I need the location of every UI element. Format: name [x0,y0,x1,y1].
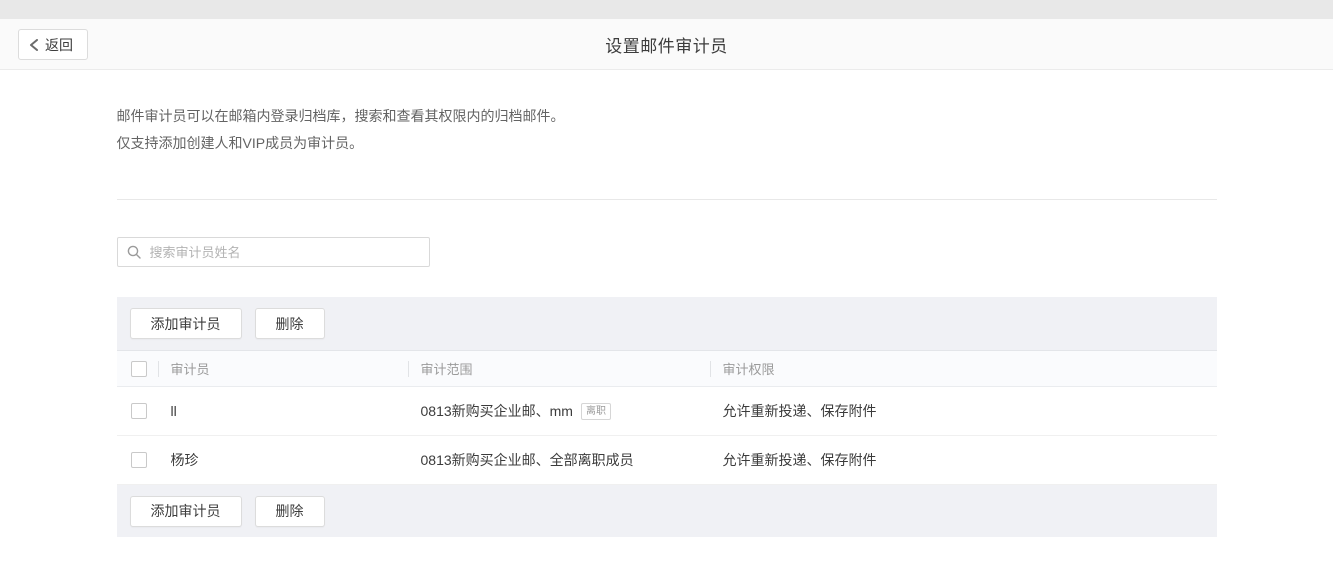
delete-button[interactable]: 删除 [255,308,325,339]
window-top-strip [0,0,1333,19]
audit-scope: 0813新购买企业邮、mm [421,401,573,421]
row-checkbox[interactable] [131,403,147,419]
intro-text: 邮件审计员可以在邮箱内登录归档库，搜索和查看其权限内的归档邮件。仅支持添加创建人… [117,103,1217,157]
back-button[interactable]: 返回 [18,29,88,60]
column-header-scope: 审计范围 [408,351,710,386]
audit-scope-cell: 0813新购买企业邮、mm 离职 [408,387,710,435]
auditor-name-cell: ll [158,387,408,435]
intro-line-1: 邮件审计员可以在邮箱内登录归档库，搜索和查看其权限内的归档邮件。 [117,108,565,124]
audit-scope-cell: 0813新购买企业邮、全部离职成员 [408,436,710,484]
row-checkbox-cell [117,436,158,484]
toolbar-top: 添加审计员 删除 [117,297,1217,350]
column-header-scope-label: 审计范围 [421,359,473,378]
section-divider [117,199,1217,200]
page-title: 设置邮件审计员 [605,32,728,57]
select-all-checkbox[interactable] [131,361,147,377]
audit-permission-cell: 允许重新投递、保存附件 [710,436,1217,484]
delete-button-bottom[interactable]: 删除 [255,496,325,527]
add-auditor-button-bottom[interactable]: 添加审计员 [130,496,242,527]
column-header-permission-label: 审计权限 [723,359,775,378]
table-row: 杨珍 0813新购买企业邮、全部离职成员 允许重新投递、保存附件 [117,436,1217,485]
audit-permission-cell: 允许重新投递、保存附件 [710,387,1217,435]
back-button-label: 返回 [45,35,73,55]
add-auditor-button[interactable]: 添加审计员 [130,308,242,339]
audit-permission: 允许重新投递、保存附件 [723,450,877,470]
search-box [117,237,430,267]
header-checkbox-cell [117,351,158,386]
auditor-name-cell: 杨珍 [158,436,408,484]
toolbar-bottom: 添加审计员 删除 [117,485,1217,537]
auditor-name: ll [171,403,177,419]
intro-line-2: 仅支持添加创建人和VIP成员为审计员。 [117,135,364,151]
auditor-name: 杨珍 [171,450,199,470]
auditor-table: 审计员 审计范围 审计权限 ll 0813新购买企业邮、mm 离职 允许重新投递… [117,350,1217,485]
resigned-tag: 离职 [581,403,611,420]
table-header-row: 审计员 审计范围 审计权限 [117,350,1217,387]
chevron-left-icon [29,39,39,51]
content-area: 邮件审计员可以在邮箱内登录归档库，搜索和查看其权限内的归档邮件。仅支持添加创建人… [117,103,1217,537]
audit-scope: 0813新购买企业邮、全部离职成员 [421,450,634,470]
column-header-permission: 审计权限 [710,351,1217,386]
search-input[interactable] [117,237,430,267]
audit-permission: 允许重新投递、保存附件 [723,401,877,421]
row-checkbox[interactable] [131,452,147,468]
page-header: 返回 设置邮件审计员 [0,19,1333,70]
table-row: ll 0813新购买企业邮、mm 离职 允许重新投递、保存附件 [117,387,1217,436]
row-checkbox-cell [117,387,158,435]
column-header-auditor: 审计员 [158,351,408,386]
column-header-auditor-label: 审计员 [171,359,210,378]
